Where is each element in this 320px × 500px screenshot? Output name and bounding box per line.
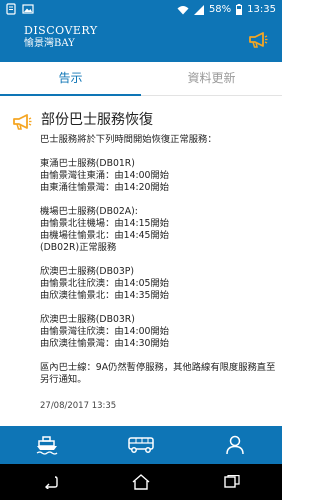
- megaphone-icon: [13, 114, 32, 130]
- megaphone-icon[interactable]: [248, 31, 268, 49]
- status-bar: 58% 13:35: [0, 0, 282, 20]
- clock: 13:35: [247, 4, 276, 15]
- system-back-button[interactable]: [20, 470, 80, 494]
- notice-body: 巴士服務將於下列時間開始恢復正常服務： 東涌巴士服務(DB01R) 由愉景灣往東…: [40, 134, 276, 385]
- notification-icon: [6, 3, 16, 15]
- status-right: 58% 13:35: [177, 4, 276, 15]
- nav-bus-button[interactable]: [94, 426, 188, 464]
- battery-icon: [236, 4, 243, 15]
- logo-line2: 愉景灣BAY: [24, 38, 75, 49]
- signal-icon: [193, 4, 204, 15]
- nav-ferry-button[interactable]: [0, 426, 94, 464]
- logo-line1: DISCOVERY: [24, 24, 98, 37]
- back-icon: [45, 476, 58, 489]
- tab-notices[interactable]: 告示: [0, 62, 141, 95]
- system-home-button[interactable]: [111, 470, 171, 494]
- system-recents-button[interactable]: [202, 470, 262, 494]
- home-icon: [132, 474, 150, 490]
- tab-updates[interactable]: 資料更新: [141, 62, 282, 95]
- photo-icon: [22, 4, 34, 14]
- app-bar: DISCOVERY 愉景灣BAY: [0, 20, 282, 62]
- system-nav-bar: [0, 464, 282, 500]
- tab-bar: 告示 資料更新: [0, 62, 282, 96]
- discovery-bay-logo: DISCOVERY 愉景灣BAY: [24, 25, 122, 51]
- battery-percentage: 58%: [208, 4, 232, 15]
- nav-user-button[interactable]: [188, 426, 282, 464]
- status-left-icons: [6, 3, 34, 15]
- bus-icon: [128, 437, 154, 453]
- wifi-icon: [177, 5, 189, 14]
- user-icon: [226, 435, 244, 455]
- ferry-icon: [36, 436, 58, 455]
- notice-date: 27/08/2017 13:35: [40, 401, 117, 411]
- bottom-nav: [0, 426, 282, 464]
- notice-title: 部份巴士服務恢復: [41, 112, 153, 128]
- notice-content[interactable]: 部份巴士服務恢復 巴士服務將於下列時間開始恢復正常服務： 東涌巴士服務(DB01…: [0, 96, 282, 426]
- recents-icon: [224, 475, 240, 488]
